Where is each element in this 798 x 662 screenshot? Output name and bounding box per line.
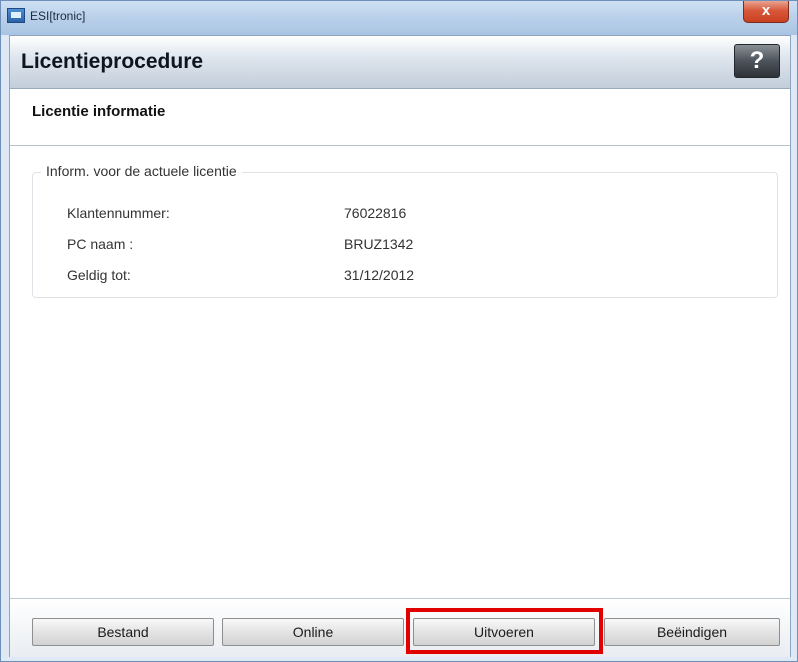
close-button[interactable]: x: [743, 1, 789, 23]
pc-name-label: PC naam :: [67, 236, 134, 252]
online-button[interactable]: Online: [222, 618, 404, 646]
section-title: Licentie informatie: [32, 103, 166, 120]
highlight-annotation: [406, 608, 603, 654]
customer-number-value: 76022816: [344, 205, 407, 221]
help-button[interactable]: ?: [734, 44, 780, 78]
valid-until-label: Geldig tot:: [67, 267, 131, 283]
group-legend: Inform. voor de actuele licentie: [41, 163, 242, 179]
main-panel: Inform. voor de actuele licentie Klanten…: [10, 146, 790, 598]
license-info-group: Inform. voor de actuele licentie Klanten…: [32, 163, 778, 298]
window-titlebar[interactable]: ESI[tronic] x: [1, 1, 797, 35]
application-window: ESI[tronic] x Licentieprocedure ? Licent…: [0, 0, 798, 662]
bestand-button[interactable]: Bestand: [32, 618, 214, 646]
page-title: Licentieprocedure: [21, 50, 204, 73]
header-bar: Licentieprocedure ?: [10, 36, 790, 89]
window-title: ESI[tronic]: [30, 9, 86, 23]
button-bar: Bestand Online Uitvoeren Beëindigen: [10, 598, 790, 657]
info-row-customer-number: Klantennummer: 76022816: [67, 205, 767, 225]
beeindigen-button[interactable]: Beëindigen: [604, 618, 780, 646]
info-row-pc-name: PC naam : BRUZ1342: [67, 236, 767, 256]
app-icon: [7, 8, 25, 23]
customer-number-label: Klantennummer:: [67, 205, 170, 221]
valid-until-value: 31/12/2012: [344, 267, 415, 283]
dialog-content: Licentieprocedure ? Licentie informatie …: [9, 35, 791, 657]
pc-name-value: BRUZ1342: [344, 236, 414, 252]
section-header: Licentie informatie: [10, 89, 790, 146]
info-row-valid-until: Geldig tot: 31/12/2012: [67, 267, 767, 287]
